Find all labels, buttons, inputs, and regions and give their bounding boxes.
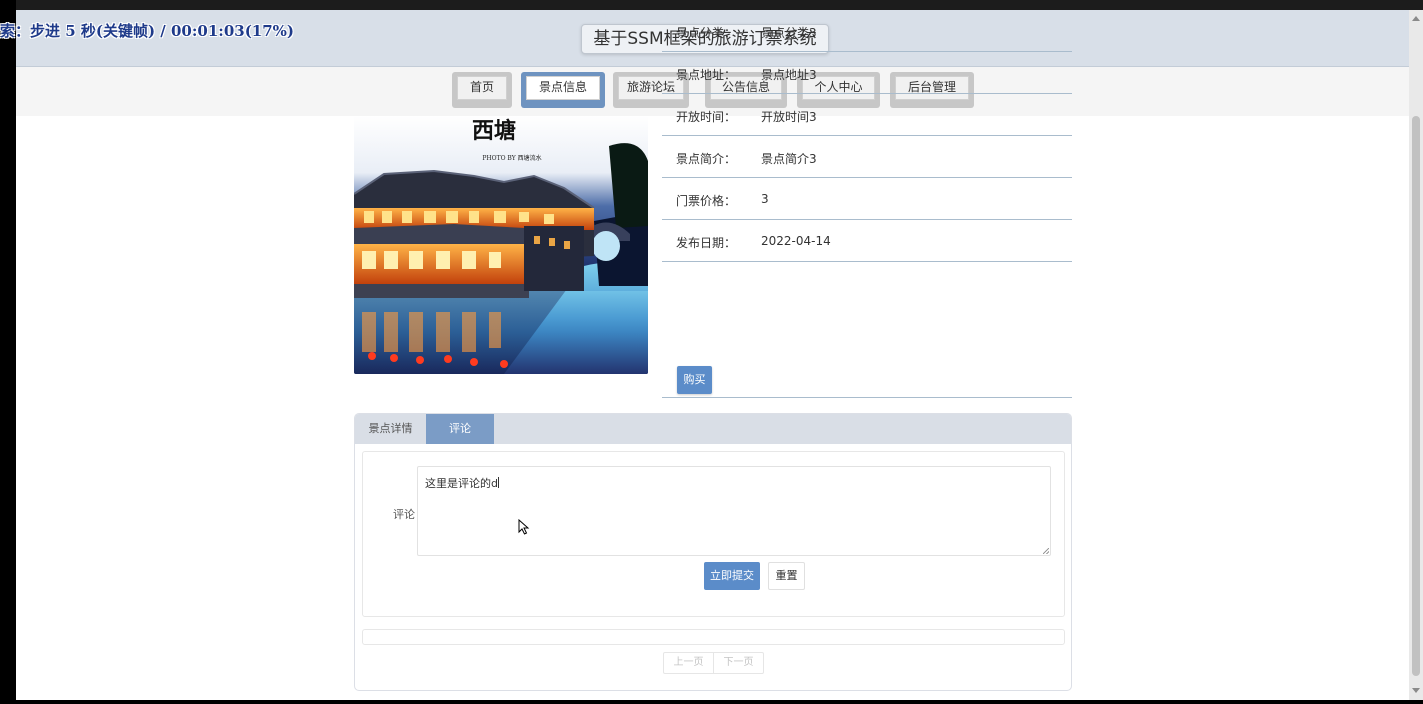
tab-comments[interactable]: 评论 (426, 414, 494, 444)
scrollbar-thumb[interactable] (1412, 116, 1420, 676)
comment-text: 这里是评论的d (425, 477, 498, 490)
detail-row-category: 景点分类： 景点分类3 (662, 10, 1072, 52)
detail-label: 景点简介： (675, 152, 736, 166)
detail-row-address: 景点地址： 景点地址3 (662, 52, 1072, 94)
detail-value: 2022-04-14 (761, 234, 831, 248)
buy-button[interactable]: 购买 (677, 366, 712, 394)
detail-value: 开放时间3 (761, 110, 817, 124)
pagination: 上一页 下一页 (663, 652, 764, 674)
nav-attractions[interactable]: 景点信息 (521, 72, 605, 108)
divider (662, 397, 1072, 398)
mouse-pointer-icon (518, 519, 530, 535)
detail-row-publish-date: 发布日期： 2022-04-14 (662, 220, 1072, 262)
attraction-photo: 西塘 PHOTO BY 西塘流水 (354, 116, 648, 374)
tabs-panel: 景点详情 评论 评论 这里是评论的d 立即提交 重置 上一页 下一页 (354, 413, 1072, 691)
tabs-bar: 景点详情 评论 (355, 414, 1071, 444)
browser-viewport: 基于SSM框架的旅游订票系统 首页 景点信息 旅游论坛 公告信息 个人中心 后台… (16, 10, 1409, 700)
submit-button[interactable]: 立即提交 (704, 562, 760, 590)
video-seek-overlay: 索：步进 5 秒(关键帧) / 00:01:03(17%) (0, 22, 295, 40)
detail-value: 景点分类3 (761, 26, 817, 40)
page-scrollbar[interactable] (1409, 10, 1423, 700)
nav-home-label: 首页 (457, 76, 507, 100)
tab-attraction-details[interactable]: 景点详情 (355, 414, 426, 444)
detail-label: 发布日期： (675, 236, 736, 250)
detail-label: 景点分类： (675, 26, 736, 40)
xitang-night-image: 西塘 PHOTO BY 西塘流水 (354, 116, 648, 374)
detail-label: 景点地址： (675, 68, 736, 82)
detail-row-price: 门票价格： 3 (662, 178, 1072, 220)
reset-button[interactable]: 重置 (768, 562, 805, 590)
bottom-window-strip (0, 700, 1423, 704)
comment-label: 评论 (393, 508, 415, 521)
nav-home[interactable]: 首页 (452, 72, 512, 108)
photo-caption: PHOTO BY 西塘流水 (482, 154, 541, 162)
left-window-edge (0, 0, 16, 704)
detail-label: 开放时间： (675, 110, 736, 124)
next-page-button[interactable]: 下一页 (713, 653, 763, 673)
detail-value: 3 (761, 192, 769, 206)
comment-form: 评论 这里是评论的d 立即提交 重置 (362, 451, 1065, 617)
comment-list (362, 629, 1065, 645)
comment-textarea[interactable]: 这里是评论的d (417, 466, 1051, 556)
detail-row-open-time: 开放时间： 开放时间3 (662, 94, 1072, 136)
prev-page-button[interactable]: 上一页 (664, 653, 713, 673)
detail-value: 景点地址3 (761, 68, 817, 82)
detail-value: 景点简介3 (761, 152, 817, 166)
scroll-up-icon[interactable] (1412, 16, 1420, 21)
detail-row-intro: 景点简介： 景点简介3 (662, 136, 1072, 178)
scroll-down-icon[interactable] (1412, 688, 1420, 693)
photo-calligraphy: 西塘 (472, 118, 516, 144)
nav-attractions-label: 景点信息 (526, 76, 600, 100)
resize-handle-icon[interactable] (1043, 548, 1049, 554)
text-caret (497, 477, 499, 488)
detail-label: 门票价格： (675, 194, 736, 208)
